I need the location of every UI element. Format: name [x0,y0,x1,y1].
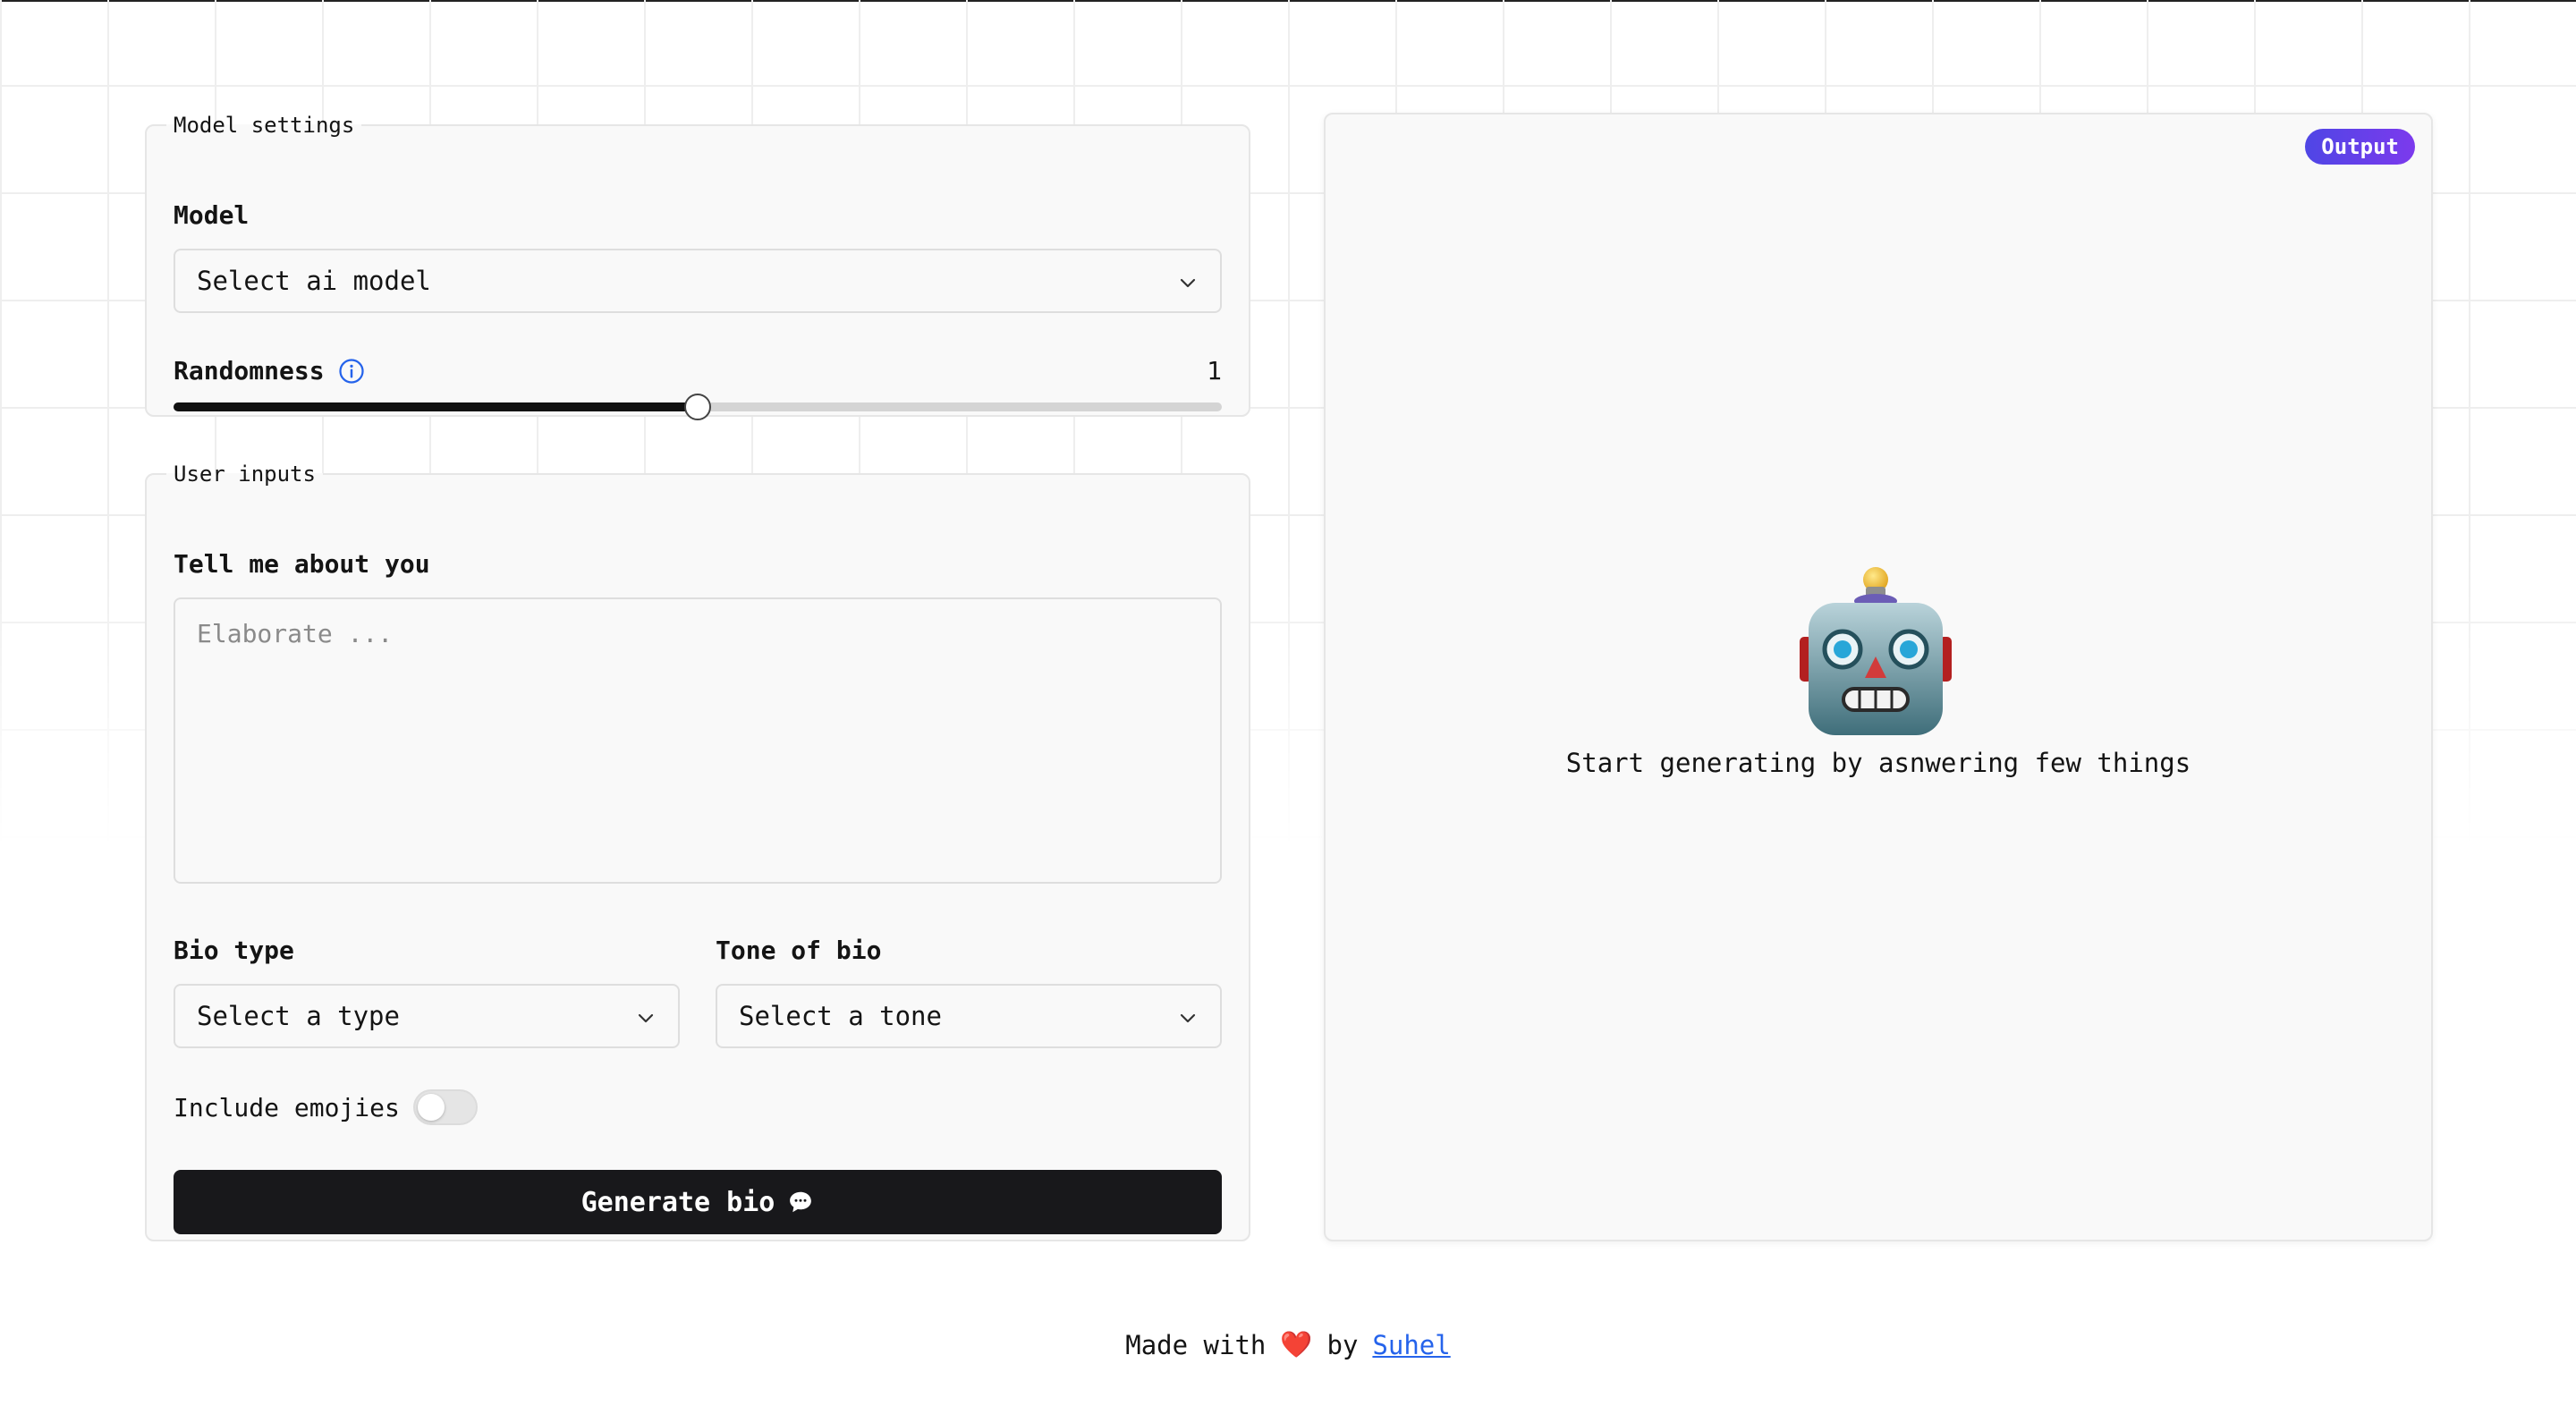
tone-label: Tone of bio [716,936,882,965]
slider-thumb[interactable] [684,394,711,420]
chevron-down-icon [1180,1013,1196,1023]
chevron-down-icon [638,1013,654,1023]
toggle-knob [418,1094,445,1121]
user-inputs-legend: User inputs [174,462,316,487]
emoji-label: Include emojies [174,1093,400,1122]
bio-type-select[interactable]: Select a type [174,984,680,1048]
generate-bio-label: Generate bio [580,1186,775,1218]
output-badge: Output [2305,129,2415,165]
robot-icon [1800,567,1952,735]
model-select[interactable]: Select ai model [174,249,1222,313]
author-link[interactable]: Suhel [1372,1330,1450,1360]
footer-by: by [1326,1329,1359,1360]
output-panel: Output Start generating by asnwering few… [1324,113,2433,1241]
generate-bio-button[interactable]: Generate bio [174,1170,1222,1234]
output-empty-text: Start generating by asnwering few things [1565,748,2191,778]
model-label: Model [174,200,250,230]
about-textarea[interactable]: Elaborate ... [174,597,1222,884]
about-label: Tell me about you [174,549,430,579]
model-settings-legend: Model settings [174,113,355,138]
footer-made-with: Made with [1125,1329,1267,1360]
randomness-label: Randomness [174,356,325,385]
user-inputs-panel: User inputs Tell me about you Elaborate … [145,462,1250,1241]
model-select-value: Select ai model [197,266,431,296]
about-placeholder: Elaborate ... [197,619,394,648]
model-settings-panel: Model settings Model Select ai model Ran… [145,113,1250,420]
info-icon[interactable] [338,358,365,385]
bio-type-label: Bio type [174,936,294,965]
bio-type-value: Select a type [197,1001,400,1031]
tone-value: Select a tone [739,1001,942,1031]
speech-bubble-icon [790,1191,812,1213]
tone-select[interactable]: Select a tone [716,984,1222,1048]
randomness-value: 1 [1207,356,1222,385]
heart-icon: ❤️ [1280,1329,1313,1359]
footer: Made with ❤️ by Suhel [0,1329,2576,1360]
slider-fill [174,402,698,411]
chevron-down-icon [1180,278,1196,288]
emoji-toggle[interactable] [413,1089,478,1125]
